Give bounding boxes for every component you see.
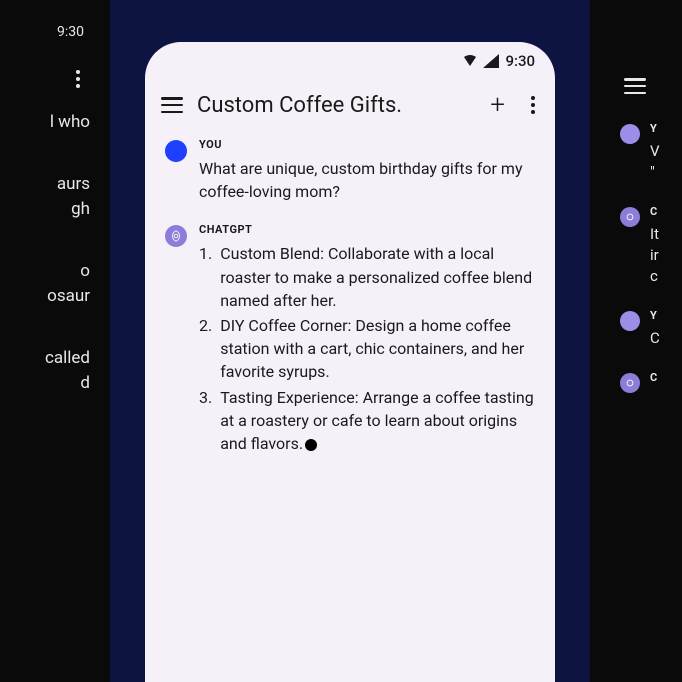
right-panel: Y V " C It ir c Y C	[590, 0, 682, 682]
list-item: 3.Tasting Experience: Arrange a coffee t…	[199, 386, 535, 456]
status-bar: 9:30	[145, 42, 555, 76]
user-text: What are unique, custom birthday gifts f…	[199, 157, 535, 203]
new-chat-button[interactable]: +	[482, 90, 513, 120]
more-menu-icon[interactable]	[72, 70, 84, 88]
phone-right-dark: Y V " C It ir c Y C	[590, 0, 682, 682]
phone-center: 9:30 Custom Coffee Gifts. + YOU What are…	[145, 42, 555, 682]
msg-text: It ir c	[650, 224, 659, 287]
bot-message: CHATGPT 1.Custom Blend: Collaborate with…	[165, 223, 535, 457]
user-label: Y	[650, 122, 660, 135]
bot-avatar	[165, 225, 187, 247]
hamburger-menu-icon[interactable]	[161, 97, 183, 113]
bot-label: CHATGPT	[199, 223, 535, 236]
user-message: Y V "	[620, 122, 682, 183]
left-panel: 9:30 l who aurs gh o osaur called d	[0, 0, 110, 682]
fragment-text: l who	[0, 110, 94, 136]
user-avatar	[620, 311, 640, 331]
bot-avatar	[620, 373, 640, 393]
user-message: YOU What are unique, custom birthday gif…	[165, 138, 535, 203]
msg-text: V "	[650, 141, 660, 183]
fragment-text: called d	[0, 346, 94, 397]
status-time: 9:30	[505, 52, 535, 70]
fragment-text: aurs gh	[0, 172, 94, 223]
bot-message: C	[620, 371, 682, 393]
msg-text: C	[650, 328, 660, 349]
center-panel: 9:30 Custom Coffee Gifts. + YOU What are…	[110, 0, 590, 682]
bot-label: C	[650, 371, 658, 384]
status-bar: 9:30	[0, 24, 94, 52]
hamburger-menu-icon[interactable]	[624, 78, 646, 94]
wifi-icon	[461, 54, 479, 68]
chat-container: YOU What are unique, custom birthday gif…	[145, 138, 555, 457]
user-label: Y	[650, 309, 660, 322]
page-title: Custom Coffee Gifts.	[197, 93, 468, 118]
list-item: 2.DIY Coffee Corner: Design a home coffe…	[199, 314, 535, 384]
status-time: 9:30	[57, 24, 84, 40]
app-header: Custom Coffee Gifts. +	[145, 76, 555, 138]
user-label: YOU	[199, 138, 535, 151]
bot-response-list: 1.Custom Blend: Collaborate with a local…	[199, 242, 535, 455]
bot-message: C It ir c	[620, 205, 682, 287]
user-avatar	[620, 124, 640, 144]
bot-label: C	[650, 205, 659, 218]
bot-avatar	[620, 207, 640, 227]
signal-icon	[483, 54, 499, 68]
phone-left-dark: 9:30 l who aurs gh o osaur called d	[0, 0, 110, 682]
user-message: Y C	[620, 309, 682, 349]
list-item: 1.Custom Blend: Collaborate with a local…	[199, 242, 535, 312]
user-avatar	[165, 140, 187, 162]
typing-cursor-icon	[305, 439, 317, 451]
more-menu-icon[interactable]	[527, 96, 539, 114]
fragment-text: o osaur	[0, 259, 94, 310]
